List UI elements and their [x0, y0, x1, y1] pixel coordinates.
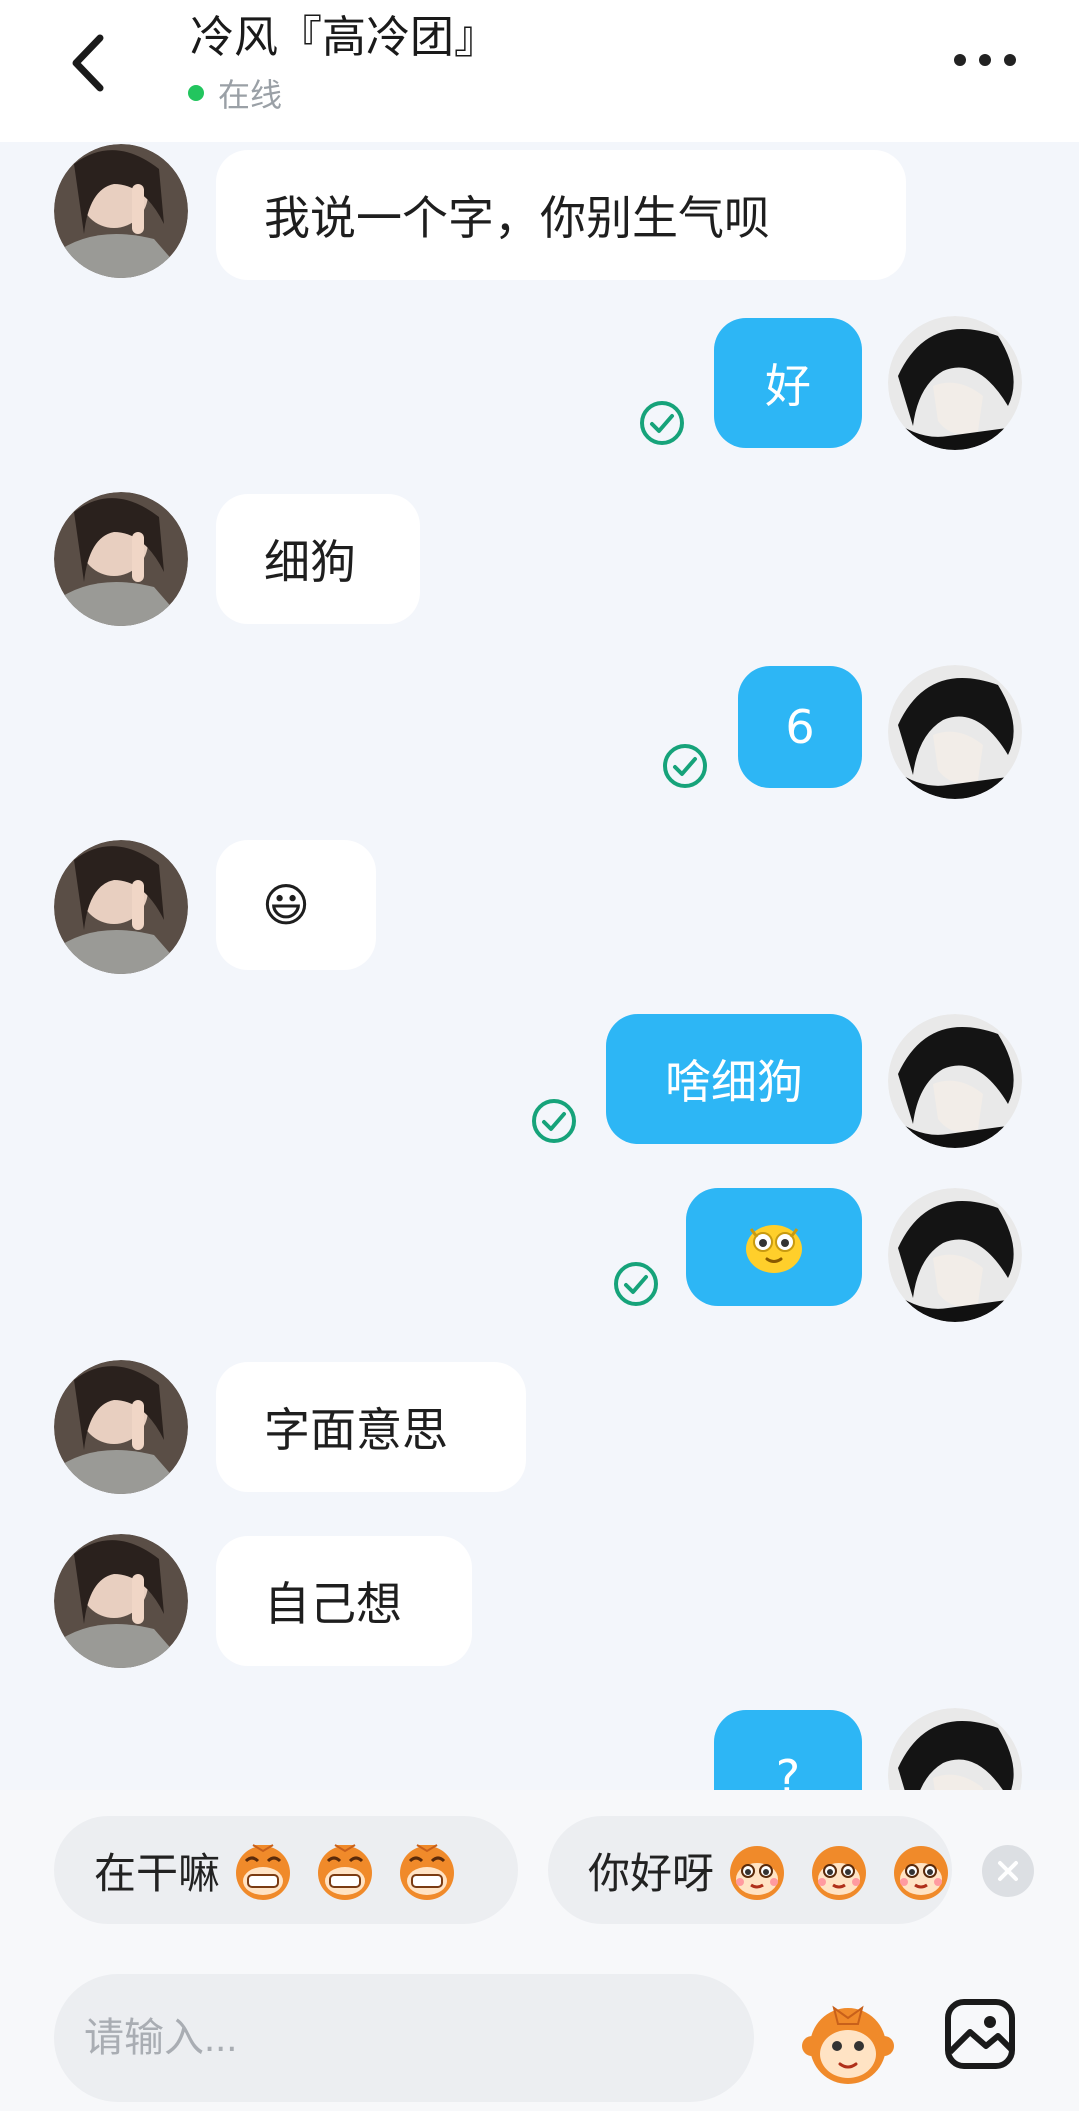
- message-list[interactable]: 我说一个字，你别生气呗 好 细狗 6 😃 啥细狗 字面意思 自己想 ?: [0, 142, 1079, 1790]
- more-dots-icon: [954, 54, 1016, 66]
- read-check-icon: [532, 1099, 576, 1143]
- image-button[interactable]: [942, 1996, 1018, 2072]
- quick-reply-bar: 在干嘛 你好呀: [0, 1790, 1079, 1940]
- message-bubble-outgoing[interactable]: 啥细狗: [606, 1014, 862, 1144]
- chevron-left-icon: [72, 34, 104, 92]
- monkey-mascot-icon: [802, 2005, 894, 2084]
- my-avatar[interactable]: [888, 316, 1022, 450]
- status-text: 在线: [218, 76, 283, 114]
- more-button[interactable]: [950, 40, 1020, 80]
- input-bar: [0, 1940, 1079, 2111]
- quick-reply-chip[interactable]: 在干嘛: [54, 1816, 518, 1924]
- online-status: 在线: [188, 72, 282, 114]
- chat-title: 冷风『高冷团』: [190, 12, 498, 63]
- grinning-monkey-emoji: [236, 1844, 291, 1900]
- online-dot-icon: [188, 85, 204, 101]
- contact-avatar[interactable]: [54, 1360, 188, 1494]
- smiling-monkey-emoji-group: [722, 1835, 952, 1905]
- message-bubble-outgoing[interactable]: ?: [714, 1710, 862, 1790]
- chat-header: 冷风『高冷团』 在线: [0, 0, 1079, 142]
- contact-avatar[interactable]: [54, 1534, 188, 1668]
- quick-reply-close-button[interactable]: [982, 1845, 1034, 1897]
- quick-reply-text: 在干嘛: [94, 1848, 221, 1898]
- message-input[interactable]: [54, 1974, 754, 2102]
- back-button[interactable]: [62, 28, 122, 98]
- message-bubble-incoming[interactable]: 😃: [216, 840, 376, 970]
- read-check-icon: [614, 1262, 658, 1306]
- message-bubble-incoming[interactable]: 自己想: [216, 1536, 472, 1666]
- smiling-monkey-emoji: [730, 1846, 785, 1900]
- quick-reply-text: 你好呀: [588, 1848, 715, 1898]
- message-bubble-outgoing[interactable]: 6: [738, 666, 862, 788]
- contact-avatar[interactable]: [54, 492, 188, 626]
- read-check-icon: [640, 401, 684, 445]
- smiling-monkey-emoji: [894, 1846, 949, 1900]
- my-avatar[interactable]: [888, 665, 1022, 799]
- close-icon: [998, 1861, 1018, 1881]
- grinning-monkey-emoji: [318, 1844, 373, 1900]
- smiling-monkey-emoji: [812, 1846, 867, 1900]
- message-bubble-outgoing[interactable]: 好: [714, 318, 862, 448]
- my-avatar[interactable]: [888, 1014, 1022, 1148]
- yellow-face-sticker: [746, 1225, 802, 1273]
- grinning-monkey-emoji: [400, 1844, 455, 1900]
- read-check-icon: [663, 744, 707, 788]
- message-bubble-incoming[interactable]: 字面意思: [216, 1362, 526, 1492]
- quick-reply-chip[interactable]: 你好呀: [548, 1816, 952, 1924]
- image-icon: [945, 1999, 1015, 2069]
- my-avatar[interactable]: [888, 1188, 1022, 1322]
- my-avatar[interactable]: [888, 1708, 1022, 1790]
- message-bubble-outgoing[interactable]: [686, 1188, 862, 1306]
- contact-avatar[interactable]: [54, 840, 188, 974]
- sticker-button[interactable]: [800, 1994, 896, 2090]
- grinning-monkey-emoji-group: [228, 1835, 474, 1905]
- message-bubble-incoming[interactable]: 我说一个字，你别生气呗: [216, 150, 906, 280]
- contact-avatar[interactable]: [54, 144, 188, 278]
- message-bubble-incoming[interactable]: 细狗: [216, 494, 420, 624]
